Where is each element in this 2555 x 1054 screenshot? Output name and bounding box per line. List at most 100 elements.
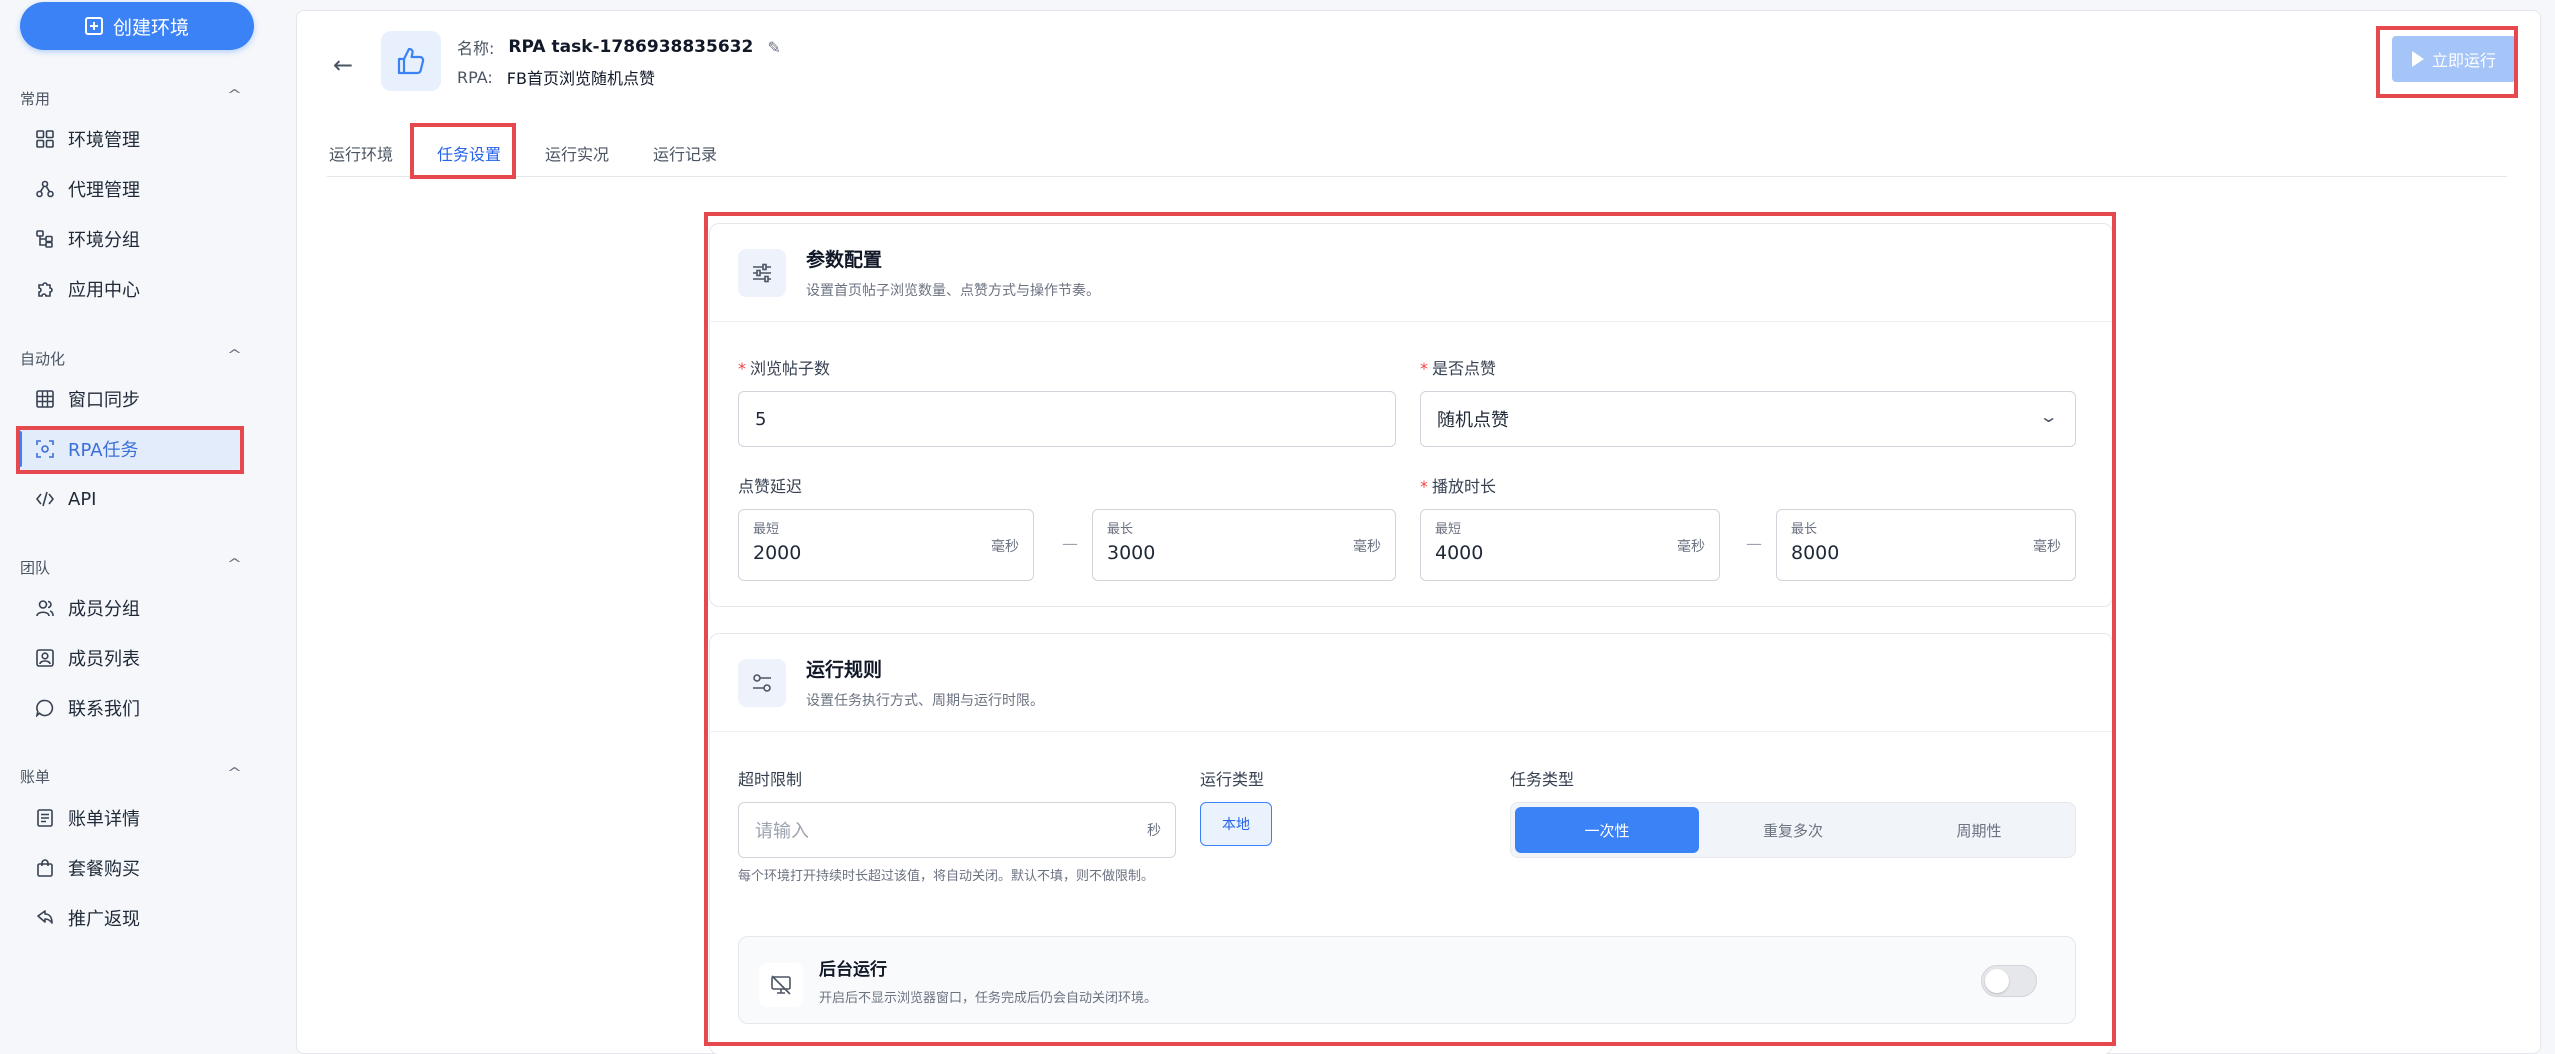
tree-icon: [36, 230, 54, 248]
sidebar-item-label: 账单详情: [68, 809, 140, 830]
puzzle-icon: [36, 280, 54, 298]
sidebar-item-proxy-manage[interactable]: 代理管理: [20, 167, 240, 211]
play-max-input[interactable]: 最长 8000 毫秒: [1776, 509, 2076, 581]
chevron-up-icon: ^: [226, 88, 243, 103]
task-type-repeat[interactable]: 重复多次: [1701, 807, 1885, 853]
task-type-segmented: 一次性 重复多次 周期性: [1510, 802, 2076, 858]
chevron-up-icon: ^: [226, 557, 243, 572]
monitor-off-icon: [759, 963, 803, 1007]
sidebar-item-plan-purchase[interactable]: 套餐购买: [20, 846, 240, 890]
section-billing-label: 账单: [20, 768, 51, 786]
max-caption: 最长: [1791, 522, 1818, 537]
section-team[interactable]: 团队 ^: [20, 557, 243, 578]
section-automation-label: 自动化: [20, 350, 66, 368]
task-rpa-row: RPA: FB首页浏览随机点赞: [457, 65, 655, 89]
main-panel: ← 名称: RPA task-1786938835632 ✎ RPA: FB首页…: [296, 10, 2541, 1054]
receipt-icon: [36, 809, 54, 827]
sidebar-item-label: 成员列表: [68, 649, 140, 670]
sidebar: 创建环境 常用 ^ 环境管理 代理管理 环境分组 应用中心 自动化 ^ 窗口同步…: [0, 0, 290, 1054]
rules-card-header: 运行规则 设置任务执行方式、周期与运行时限。: [710, 634, 2112, 732]
section-billing[interactable]: 账单 ^: [20, 766, 243, 787]
sidebar-item-member-list[interactable]: 成员列表: [20, 636, 240, 680]
rpa-label: RPA:: [457, 67, 493, 87]
params-card-header: 参数配置 设置首页帖子浏览数量、点赞方式与操作节奏。: [710, 224, 2112, 322]
like-delay-label: 点赞延迟: [738, 477, 803, 496]
chevron-up-icon: ^: [226, 766, 243, 781]
task-name: RPA task-1786938835632: [508, 37, 754, 57]
like-delay-max-input[interactable]: 最长 3000 毫秒: [1092, 509, 1396, 581]
run-type-local-chip[interactable]: 本地: [1200, 802, 1272, 846]
table-grid-icon: [36, 390, 54, 408]
edit-pencil-icon[interactable]: ✎: [767, 38, 780, 57]
toggle-knob: [1985, 969, 2009, 993]
tab-run-records[interactable]: 运行记录: [651, 129, 719, 177]
background-run-desc: 开启后不显示浏览器窗口，任务完成后仍会自动关闭环境。: [819, 991, 1158, 1006]
section-common-label: 常用: [20, 90, 51, 108]
range-separator: —: [1746, 534, 1762, 553]
unit-label: 毫秒: [991, 539, 1019, 555]
play-max-value: 8000: [1791, 542, 1840, 564]
section-automation[interactable]: 自动化 ^: [20, 348, 242, 369]
tab-task-settings[interactable]: 任务设置: [435, 129, 504, 179]
rules-card: 运行规则 设置任务执行方式、周期与运行时限。 超时限制 请输入 秒 每个环境打开…: [709, 633, 2113, 1054]
unit-label: 毫秒: [1353, 539, 1381, 555]
chevron-down-icon: ⌄: [2038, 407, 2059, 426]
run-now-button[interactable]: 立即运行: [2392, 36, 2516, 82]
like-label: * 是否点赞: [1420, 359, 1497, 378]
run-now-label: 立即运行: [2431, 51, 2496, 70]
tab-bar: 运行环境 任务设置 运行实况 运行记录: [327, 129, 2507, 179]
like-delay-min-value: 2000: [753, 542, 802, 564]
user-badge-icon: [36, 649, 54, 667]
min-caption: 最短: [1435, 522, 1462, 537]
task-type-periodic[interactable]: 周期性: [1887, 807, 2071, 853]
create-environment-button[interactable]: 创建环境: [20, 2, 254, 50]
params-title: 参数配置: [806, 249, 883, 271]
tab-live-status[interactable]: 运行实况: [543, 129, 611, 177]
create-environment-label: 创建环境: [112, 16, 189, 39]
sidebar-item-promo-rebate[interactable]: 推广返现: [20, 896, 240, 940]
sidebar-item-contact-us[interactable]: 联系我们: [20, 686, 240, 730]
timeout-input[interactable]: 请输入 秒: [738, 802, 1176, 858]
sidebar-item-env-manage[interactable]: 环境管理: [20, 117, 240, 161]
unit-label: 毫秒: [2033, 539, 2061, 555]
sidebar-item-label: 环境分组: [68, 230, 140, 251]
background-run-row: 后台运行 开启后不显示浏览器窗口，任务完成后仍会自动关闭环境。: [738, 936, 2076, 1024]
toggle-settings-icon: [738, 658, 786, 707]
post-count-input[interactable]: 5: [738, 391, 1396, 447]
play-min-value: 4000: [1435, 542, 1484, 564]
share-gift-icon: [36, 909, 54, 927]
background-run-toggle[interactable]: [1981, 965, 2037, 997]
unit-label: 毫秒: [1677, 539, 1705, 555]
params-card: 参数配置 设置首页帖子浏览数量、点赞方式与操作节奏。 * 浏览帖子数 5 * 是否点…: [709, 223, 2113, 607]
sidebar-item-label: 窗口同步: [68, 390, 140, 411]
sidebar-item-rpa-task[interactable]: RPA任务: [18, 427, 240, 471]
max-caption: 最长: [1107, 522, 1134, 537]
sidebar-item-member-group[interactable]: 成员分组: [20, 586, 240, 630]
rules-subtitle: 设置任务执行方式、周期与运行时限。: [806, 693, 1044, 709]
like-mode-select[interactable]: 随机点赞 ⌄: [1420, 391, 2076, 447]
play-min-input[interactable]: 最短 4000 毫秒: [1420, 509, 1720, 581]
sidebar-item-app-center[interactable]: 应用中心: [20, 267, 240, 311]
tab-run-environment[interactable]: 运行环境: [327, 129, 395, 177]
run-type-label: 运行类型: [1200, 770, 1265, 789]
users-icon: [36, 599, 54, 617]
section-team-label: 团队: [20, 559, 51, 577]
section-common[interactable]: 常用 ^: [20, 88, 243, 109]
sidebar-item-window-sync[interactable]: 窗口同步: [20, 377, 240, 421]
post-count-value: 5: [755, 408, 767, 430]
sidebar-item-env-group[interactable]: 环境分组: [20, 217, 240, 261]
sidebar-item-bill-detail[interactable]: 账单详情: [20, 796, 240, 840]
post-count-label: * 浏览帖子数: [738, 359, 831, 378]
sidebar-item-label: 应用中心: [68, 280, 140, 301]
back-arrow-icon[interactable]: ←: [333, 51, 353, 79]
code-icon: [36, 490, 54, 508]
background-run-title: 后台运行: [819, 960, 887, 980]
sidebar-item-label: 套餐购买: [68, 859, 140, 880]
shopping-bag-icon: [36, 859, 54, 877]
min-caption: 最短: [753, 522, 780, 537]
timeout-label: 超时限制: [738, 770, 803, 789]
like-delay-min-input[interactable]: 最短 2000 毫秒: [738, 509, 1034, 581]
sidebar-item-api[interactable]: API: [20, 477, 240, 521]
params-subtitle: 设置首页帖子浏览数量、点赞方式与操作节奏。: [806, 283, 1100, 299]
task-type-once[interactable]: 一次性: [1515, 807, 1699, 853]
